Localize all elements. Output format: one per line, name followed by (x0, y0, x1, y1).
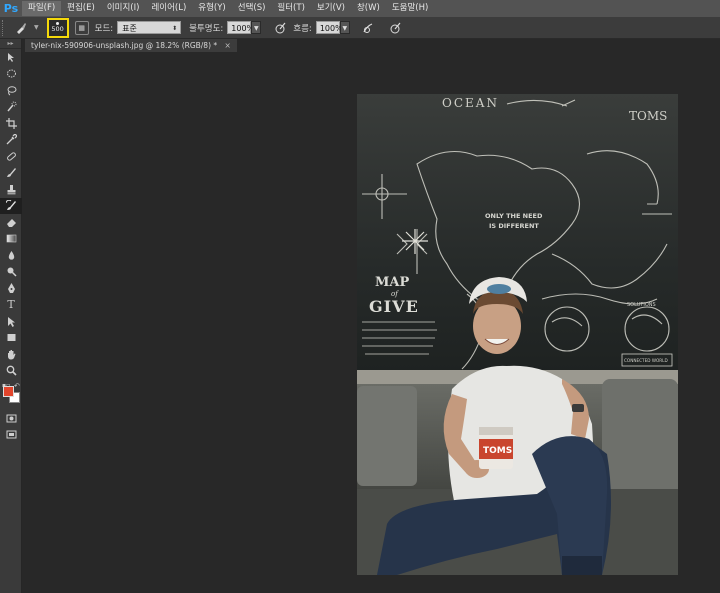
chalk-map-title: MAP (375, 275, 409, 290)
gradient-icon[interactable] (0, 231, 22, 248)
chalk-connected: CONNECTED WORLD (624, 358, 668, 363)
move-tool-icon[interactable] (0, 49, 22, 66)
chalk-solutions: SOLUTIONS (627, 302, 656, 308)
pressure-size-icon[interactable] (388, 21, 402, 35)
chalk-is-different: IS DIFFERENT (489, 222, 539, 230)
document-tab-bar: tyler-nix-590906-unsplash.jpg @ 18.2% (R… (22, 39, 720, 52)
mode-label: 모드: (94, 23, 114, 34)
brush-size-value: 500 (51, 25, 64, 33)
path-select-icon[interactable] (0, 313, 22, 330)
swap-colors-icon[interactable]: ↶ (14, 382, 20, 390)
flow-label: 흐름: (293, 23, 312, 34)
dodge-icon[interactable] (0, 264, 22, 281)
brush-tool-icon[interactable] (0, 165, 22, 182)
opacity-field[interactable]: 100% (227, 21, 254, 34)
chalk-give: GIVE (369, 297, 419, 316)
history-brush-icon[interactable] (0, 197, 22, 214)
mode-value: 표준 (122, 24, 137, 33)
mode-select[interactable]: 표준 ⬍ (117, 21, 182, 34)
quick-select-icon[interactable] (0, 99, 22, 116)
lasso-tool-icon[interactable] (0, 82, 22, 99)
photo-illustration: OCEAN TOMS ONLY THE NEED IS DIFFERENT MA… (357, 94, 678, 575)
blur-icon[interactable] (0, 247, 22, 264)
zoom-tool-icon[interactable] (0, 363, 22, 380)
document-tab[interactable]: tyler-nix-590906-unsplash.jpg @ 18.2% (R… (25, 39, 237, 52)
menu-layer[interactable]: 레이어(L) (145, 1, 192, 16)
rectangle-tool-icon[interactable] (0, 330, 22, 347)
chevron-down-icon[interactable]: ▼ (34, 24, 39, 31)
menu-file[interactable]: 파일(F) (22, 1, 62, 16)
chalk-only-need: ONLY THE NEED (485, 212, 543, 220)
tool-preset-picker[interactable] (8, 19, 34, 37)
pen-tool-icon[interactable] (0, 280, 22, 297)
close-icon[interactable]: × (225, 41, 231, 50)
photoshop-logo: Ps (3, 2, 19, 15)
eraser-icon[interactable] (0, 214, 22, 231)
hand-tool-icon[interactable] (0, 346, 22, 363)
quick-mask-icon[interactable] (0, 410, 22, 427)
marquee-tool-icon[interactable] (0, 66, 22, 83)
foreground-color-swatch[interactable] (3, 386, 14, 397)
pressure-size-svg (390, 22, 401, 33)
type-tool-icon[interactable]: T (0, 297, 22, 314)
menu-window[interactable]: 창(W) (351, 1, 386, 16)
chevron-updown-icon: ⬍ (172, 25, 178, 32)
color-swatches: ▪▫ ↶ (0, 382, 22, 410)
eyedropper-icon[interactable] (0, 132, 22, 149)
cup-brand: TOMS (483, 446, 512, 456)
document-image[interactable]: OCEAN TOMS ONLY THE NEED IS DIFFERENT MA… (357, 94, 678, 575)
opacity-label: 불투명도: (189, 23, 224, 34)
canvas-area[interactable]: OCEAN TOMS ONLY THE NEED IS DIFFERENT MA… (22, 52, 720, 593)
brush-panel-toggle-icon[interactable]: ▦ (74, 20, 89, 35)
pressure-opacity-icon[interactable] (273, 21, 287, 35)
menu-edit[interactable]: 편집(E) (61, 1, 101, 16)
menu-help[interactable]: 도움말(H) (386, 1, 434, 16)
menu-bar: Ps 파일(F) 편집(E) 이미지(I) 레이어(L) 유형(Y) 선택(S)… (0, 0, 720, 17)
pressure-opacity-svg (275, 22, 286, 33)
menu-view[interactable]: 보기(V) (311, 1, 351, 16)
crop-tool-icon[interactable] (0, 115, 22, 132)
screen-mode-icon[interactable] (0, 427, 22, 444)
menu-image[interactable]: 이미지(I) (101, 1, 146, 16)
sofa-cushion-left (357, 386, 417, 486)
opacity-dropdown-arrow[interactable]: ▼ (251, 21, 262, 34)
menu-filter[interactable]: 필터(T) (271, 1, 310, 16)
menu-select[interactable]: 선택(S) (232, 1, 272, 16)
airbrush-svg (363, 22, 373, 33)
clone-stamp-icon[interactable] (0, 181, 22, 198)
flow-field[interactable]: 100% (315, 21, 343, 34)
healing-brush-icon[interactable] (0, 148, 22, 165)
flow-dropdown-arrow[interactable]: ▼ (339, 21, 350, 34)
brush-preset-icon (17, 22, 26, 34)
document-tab-title: tyler-nix-590906-unsplash.jpg @ 18.2% (R… (31, 41, 218, 50)
menu-type[interactable]: 유형(Y) (192, 1, 231, 16)
panel-collapse-icon[interactable]: ▸▸ (0, 39, 21, 49)
sofa-cushion-right (602, 379, 678, 499)
chalk-toms-top: TOMS (629, 109, 667, 123)
brush-size-picker[interactable]: 500 (46, 17, 69, 38)
tools-panel: ▸▸ T ▪▫ ↶ (0, 39, 22, 593)
options-bar: ▼ 500 ▦ 모드: 표준 ⬍ 불투명도: 100% ▼ 흐름: 100% ▼ (0, 17, 720, 39)
chalk-ocean: OCEAN (442, 96, 499, 110)
airbrush-icon[interactable] (362, 21, 376, 35)
